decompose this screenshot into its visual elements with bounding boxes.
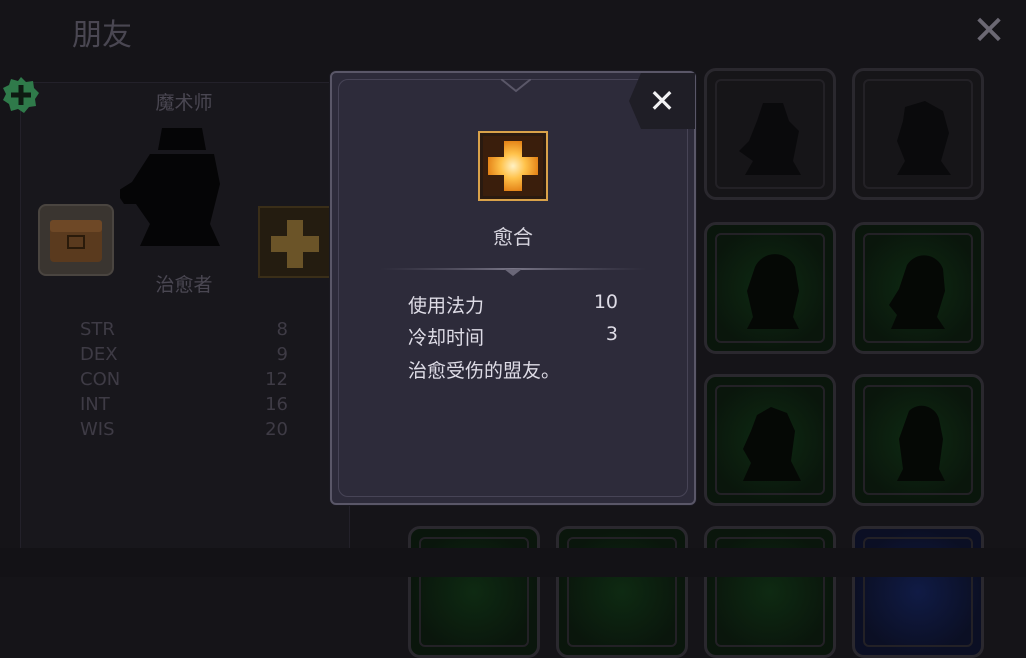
friend-slot[interactable] — [852, 222, 984, 354]
skill-description: 治愈受伤的盟友。 — [408, 360, 561, 382]
cooldown-row: 冷却时间 3 — [408, 323, 618, 351]
add-friend-icon[interactable] — [2, 76, 40, 114]
stat-row: WIS 20 — [80, 419, 288, 444]
stat-row: CON 12 — [80, 369, 288, 394]
stat-label: INT — [80, 394, 110, 415]
friend-slot[interactable] — [704, 526, 836, 658]
stat-label: WIS — [80, 419, 115, 440]
page-title: 朋友 — [72, 18, 132, 53]
friend-slot[interactable] — [704, 374, 836, 506]
stat-value: 8 — [276, 319, 288, 340]
stat-label: STR — [80, 319, 115, 340]
friend-slot[interactable] — [704, 68, 836, 200]
stat-value: 20 — [265, 419, 288, 440]
equipped-skill-slot[interactable] — [258, 206, 332, 278]
stat-row: DEX 9 — [80, 344, 288, 369]
close-icon: ✕ — [648, 82, 676, 120]
hero-name: 治愈者 — [155, 274, 213, 296]
mana-cost-row: 使用法力 10 — [408, 291, 618, 319]
stat-label: DEX — [80, 344, 118, 365]
bottom-shade — [0, 548, 1026, 577]
inventory-chest-slot[interactable] — [38, 204, 114, 276]
stat-value: 12 — [265, 369, 288, 390]
heal-cross-icon — [271, 220, 319, 268]
close-icon[interactable]: ✕ — [968, 10, 1010, 52]
friend-slot[interactable] — [556, 526, 688, 658]
character-silhouette — [739, 103, 801, 175]
friend-slot[interactable] — [852, 68, 984, 200]
friend-slot[interactable] — [852, 526, 984, 658]
stat-row: INT 16 — [80, 394, 288, 419]
skill-name: 愈合 — [493, 225, 533, 249]
divider — [380, 268, 646, 276]
heal-skill-icon — [478, 131, 548, 201]
cooldown-value: 3 — [605, 323, 618, 345]
character-silhouette — [897, 405, 945, 481]
mana-cost-value: 10 — [593, 291, 618, 313]
stat-value: 9 — [276, 344, 288, 365]
friend-slot[interactable] — [704, 222, 836, 354]
class-name: 魔术师 — [155, 92, 213, 114]
character-silhouette — [897, 101, 951, 175]
modal-close-button[interactable]: ✕ — [629, 73, 695, 129]
chest-icon — [50, 220, 102, 262]
modal-top-ornament — [501, 79, 531, 93]
stat-label: CON — [80, 369, 121, 390]
cooldown-label: 冷却时间 — [408, 327, 485, 349]
mana-cost-label: 使用法力 — [408, 295, 485, 317]
hero-silhouette — [120, 128, 220, 246]
character-silhouette — [743, 407, 801, 481]
skill-detail-modal: ✕ 愈合 使用法力 10 冷却时间 3 治愈受伤的盟友。 — [330, 71, 696, 505]
stat-row: STR 8 — [80, 319, 288, 344]
character-silhouette — [889, 255, 945, 329]
character-silhouette — [747, 254, 799, 329]
friend-slot[interactable] — [852, 374, 984, 506]
friend-slot[interactable] — [408, 526, 540, 658]
stat-value: 16 — [265, 394, 288, 415]
